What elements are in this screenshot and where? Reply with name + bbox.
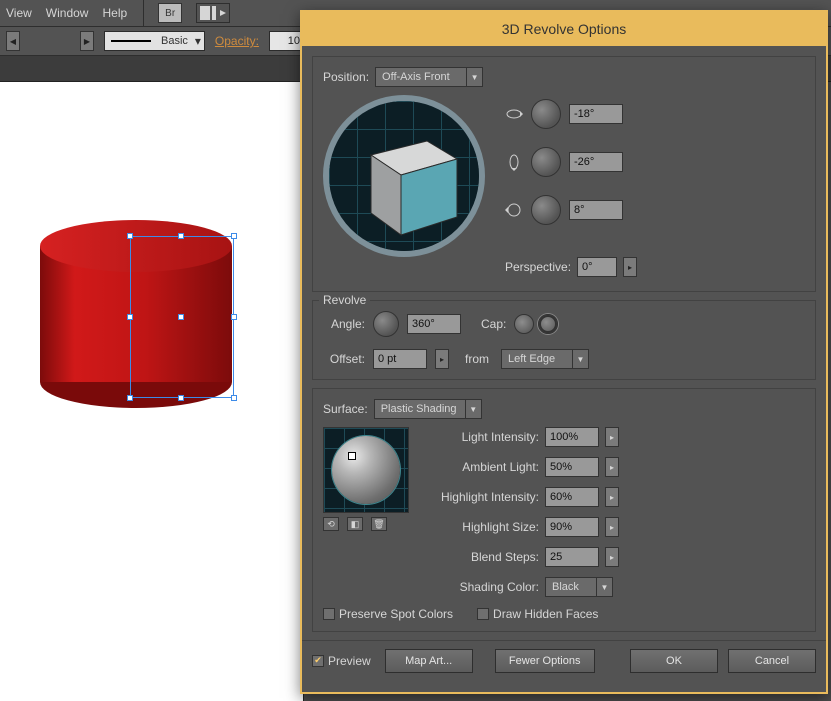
menu-window[interactable]: Window	[46, 6, 89, 20]
next-style-icon[interactable]: ▶	[80, 31, 94, 51]
light-point-icon[interactable]	[348, 452, 356, 460]
menu-view[interactable]: View	[6, 6, 32, 20]
divider	[143, 0, 144, 26]
cap-off-icon[interactable]	[514, 314, 534, 334]
bridge-icon[interactable]: Br	[158, 3, 182, 23]
chevron-down-icon: ▼	[466, 68, 482, 86]
chevron-down-icon: ▼	[465, 400, 481, 418]
ok-button[interactable]: OK	[630, 649, 718, 673]
rotate-y-knob[interactable]	[531, 147, 561, 177]
stroke-style-dropdown[interactable]: Basic ▾	[104, 31, 205, 51]
preserve-spot-checkbox[interactable]: Preserve Spot Colors	[323, 607, 453, 621]
rotate-x-input[interactable]: -18°	[569, 104, 623, 124]
draw-hidden-checkbox[interactable]: Draw Hidden Faces	[477, 607, 598, 621]
surface-group: Surface: Plastic Shading ▼ ⟲ ◧	[312, 388, 816, 632]
position-group: Position: Off-Axis Front ▼	[312, 56, 816, 292]
offset-label: Offset:	[323, 352, 365, 366]
revolve-group-label: Revolve	[319, 293, 370, 307]
cylinder-object[interactable]	[36, 212, 236, 412]
position-label: Position:	[323, 70, 369, 84]
shading-color-dropdown[interactable]: Black ▼	[545, 577, 613, 597]
rotation-cube-preview[interactable]	[323, 95, 485, 257]
spin-icon[interactable]: ▸	[605, 457, 619, 477]
selection-handle[interactable]	[127, 233, 133, 239]
perspective-label: Perspective:	[505, 260, 571, 274]
perspective-spin-icon[interactable]: ▸	[623, 257, 637, 277]
rotate-y-input[interactable]: -26°	[569, 152, 623, 172]
ambient-light-input[interactable]: 50%	[545, 457, 599, 477]
chevron-down-icon: ▾	[192, 34, 204, 48]
draw-hidden-label: Draw Hidden Faces	[493, 607, 598, 621]
preview-label: Preview	[328, 654, 371, 668]
cap-label: Cap:	[481, 317, 506, 331]
prev-style-icon[interactable]: ◀	[6, 31, 20, 51]
light-intensity-input[interactable]: 100%	[545, 427, 599, 447]
offset-input[interactable]: 0 pt	[373, 349, 427, 369]
spin-icon[interactable]: ▸	[605, 517, 619, 537]
offset-from-dropdown[interactable]: Left Edge ▼	[501, 349, 589, 369]
position-preset-value: Off-Axis Front	[376, 71, 466, 83]
artboard[interactable]	[0, 82, 304, 701]
shading-color-label: Shading Color:	[425, 580, 539, 594]
rotate-z-icon	[505, 201, 523, 219]
rotate-x-icon	[505, 105, 523, 123]
highlight-size-label: Highlight Size:	[425, 520, 539, 534]
opacity-label[interactable]: Opacity:	[215, 34, 259, 48]
light-preview[interactable]	[323, 427, 409, 513]
surface-dropdown[interactable]: Plastic Shading ▼	[374, 399, 482, 419]
preview-checkbox[interactable]: ✔ Preview	[312, 654, 371, 668]
chevron-down-icon: ▼	[596, 578, 612, 596]
cap-on-icon[interactable]	[538, 314, 558, 334]
blend-steps-input[interactable]: 25	[545, 547, 599, 567]
blend-steps-label: Blend Steps:	[425, 550, 539, 564]
highlight-intensity-label: Highlight Intensity:	[425, 490, 539, 504]
rotate-y-icon	[505, 153, 523, 171]
light-new-icon[interactable]: ◧	[347, 517, 363, 531]
light-delete-icon[interactable]: 🗑	[371, 517, 387, 531]
spin-icon[interactable]: ▸	[605, 547, 619, 567]
stroke-preview-icon	[111, 40, 151, 42]
selection-handle[interactable]	[178, 395, 184, 401]
spin-icon[interactable]: ▸	[605, 487, 619, 507]
offset-spin-icon[interactable]: ▸	[435, 349, 449, 369]
dialog-title: 3D Revolve Options	[302, 12, 826, 46]
angle-label: Angle:	[323, 317, 365, 331]
angle-knob[interactable]	[373, 311, 399, 337]
chevron-down-icon: ▼	[572, 350, 588, 368]
rotate-z-input[interactable]: 8°	[569, 200, 623, 220]
selection-handle[interactable]	[127, 395, 133, 401]
revolve-group: Revolve Angle: 360° Cap: Offset: 0 pt ▸ …	[312, 300, 816, 380]
preserve-spot-label: Preserve Spot Colors	[339, 607, 453, 621]
arrange-documents-icon[interactable]	[196, 3, 230, 23]
ambient-light-label: Ambient Light:	[425, 460, 539, 474]
light-intensity-label: Light Intensity:	[425, 430, 539, 444]
rotate-z-knob[interactable]	[531, 195, 561, 225]
menu-help[interactable]: Help	[102, 6, 127, 20]
perspective-input[interactable]: 0°	[577, 257, 617, 277]
map-art-button[interactable]: Map Art...	[385, 649, 473, 673]
fewer-options-button[interactable]: Fewer Options	[495, 649, 595, 673]
stroke-style-label: Basic	[157, 35, 192, 47]
dialog-footer: ✔ Preview Map Art... Fewer Options OK Ca…	[302, 640, 826, 680]
from-label: from	[465, 352, 489, 366]
selection-handle[interactable]	[231, 233, 237, 239]
selection-handle[interactable]	[127, 314, 133, 320]
selection-handle[interactable]	[178, 233, 184, 239]
selection-handle[interactable]	[231, 395, 237, 401]
angle-input[interactable]: 360°	[407, 314, 461, 334]
dialog-3d-revolve-options: 3D Revolve Options Position: Off-Axis Fr…	[300, 10, 828, 694]
surface-value: Plastic Shading	[375, 403, 465, 415]
offset-from-value: Left Edge	[502, 353, 572, 365]
position-preset-dropdown[interactable]: Off-Axis Front ▼	[375, 67, 483, 87]
highlight-size-input[interactable]: 90%	[545, 517, 599, 537]
rotate-x-knob[interactable]	[531, 99, 561, 129]
spin-icon[interactable]: ▸	[605, 427, 619, 447]
highlight-intensity-input[interactable]: 60%	[545, 487, 599, 507]
selection-handle[interactable]	[231, 314, 237, 320]
cancel-button[interactable]: Cancel	[728, 649, 816, 673]
selection-handle[interactable]	[178, 314, 184, 320]
surface-label: Surface:	[323, 402, 368, 416]
light-back-icon[interactable]: ⟲	[323, 517, 339, 531]
shading-color-value: Black	[546, 581, 596, 593]
